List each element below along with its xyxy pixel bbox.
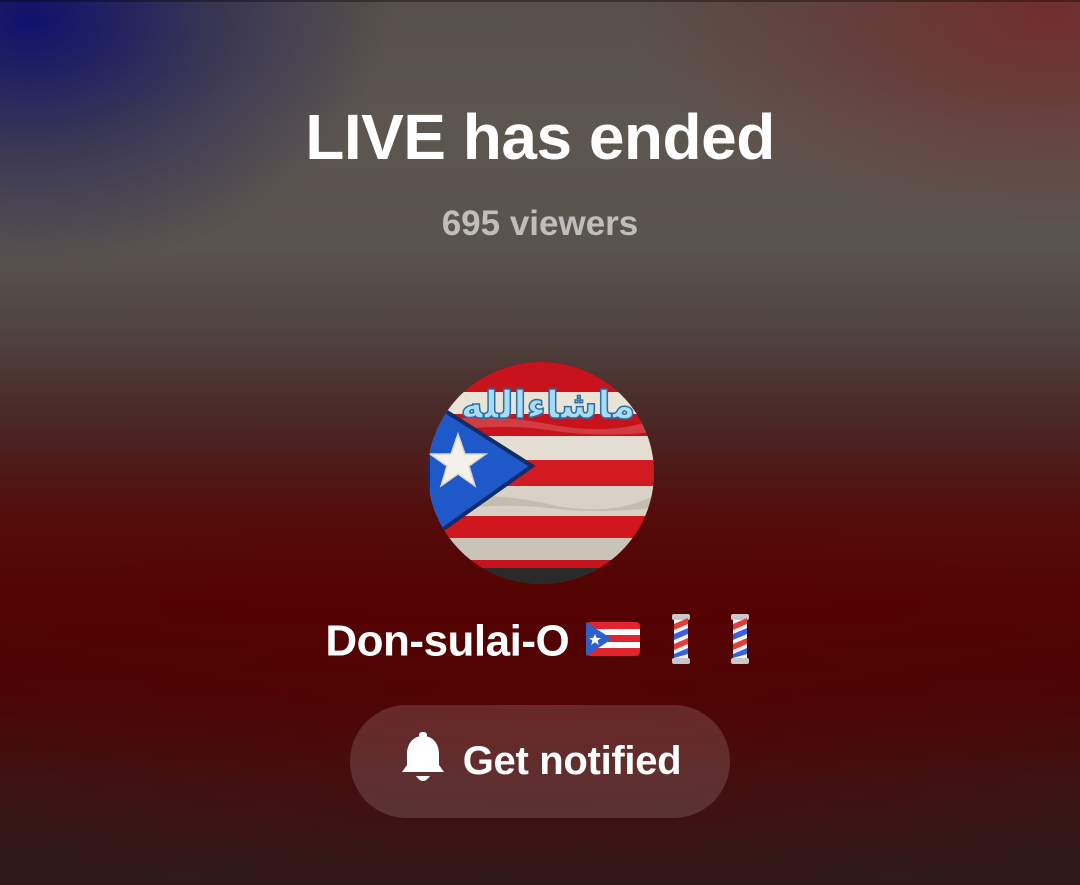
avatar-caption-text: ماشاءالله <box>461 383 636 427</box>
puerto-rico-flag-icon <box>585 620 640 663</box>
top-divider <box>0 0 1080 2</box>
get-notified-label: Get notified <box>462 739 682 783</box>
get-notified-button[interactable]: Get notified <box>350 705 730 818</box>
host-name-row: Don-sulai-O <box>0 614 1080 669</box>
puerto-rico-flag-avatar-image: ماشاءالله <box>428 362 654 584</box>
bell-icon <box>399 732 447 791</box>
live-ended-title: LIVE has ended <box>305 101 775 173</box>
host-avatar[interactable]: ماشاءالله <box>428 362 654 584</box>
barber-pole-icon <box>666 614 696 669</box>
barber-pole-icon <box>725 614 755 669</box>
viewer-count: 695 viewers <box>441 204 639 243</box>
host-username: Don-sulai-O <box>325 616 570 666</box>
live-ended-screen: LIVE has ended 695 viewers ماشاءالله Don… <box>0 0 1080 885</box>
